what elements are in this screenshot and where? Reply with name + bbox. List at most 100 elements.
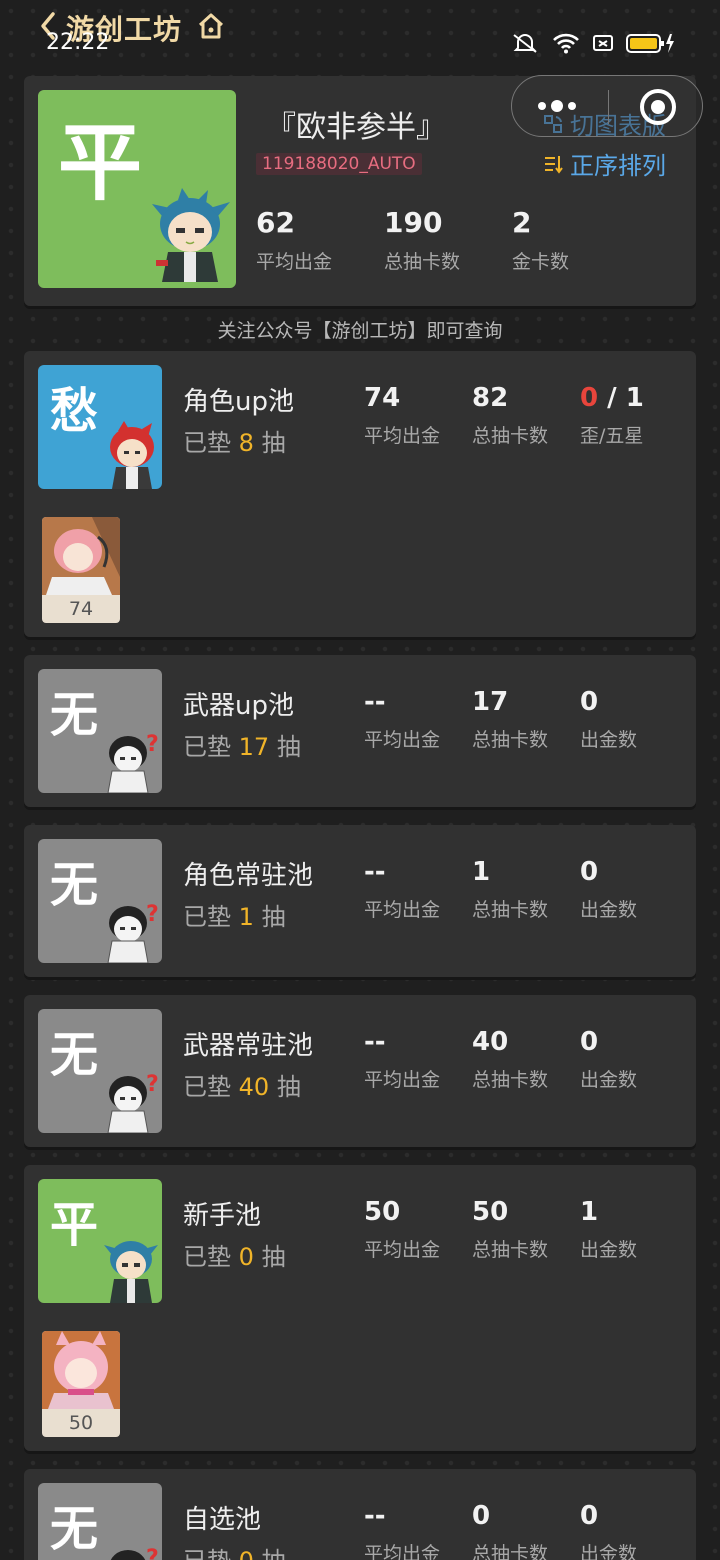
pool-grade-box: 无? — [38, 1483, 162, 1560]
pool-card[interactable]: 无? 自选池已垫 0 抽 -- 平均出金 0 总抽卡数 0 出金数 — [24, 1469, 696, 1560]
pity-count: 0 — [238, 1243, 254, 1271]
pool-grade-box: 无? — [38, 1009, 162, 1133]
stat-label: 总抽卡数 — [472, 1069, 549, 1091]
stat-number: -- — [364, 1501, 386, 1531]
pool-card[interactable]: 无? 角色常驻池 已垫 1 抽 -- 平均出金 1 总抽卡数 0 出金数 — [24, 825, 696, 977]
character-avatar-icon — [104, 1241, 158, 1303]
stat-value: 50 — [364, 1197, 440, 1229]
mute-icon — [513, 34, 537, 53]
stat-value: 0 — [472, 1501, 548, 1533]
pity-prefix: 已垫 — [183, 1073, 231, 1101]
sort-button[interactable]: 正序排列 — [542, 146, 666, 181]
pity-suffix: 抽 — [261, 903, 286, 931]
gold-card[interactable]: 50 — [42, 1331, 120, 1437]
pool-card[interactable]: 无? 武器常驻池 已垫 40 抽 -- 平均出金 40 总抽卡数 0 出金数 — [24, 995, 696, 1147]
pool-name: 角色常驻池 — [183, 861, 314, 891]
svg-text:?: ? — [146, 1072, 159, 1097]
pool-grade: 无 — [50, 687, 99, 743]
pool-stat: -- 平均出金 — [364, 1501, 440, 1560]
pool-stat: 50 总抽卡数 — [472, 1197, 548, 1262]
stat-value: 17 — [472, 687, 548, 719]
summary-grade-box: 平 — [38, 90, 236, 288]
pity-count: 17 — [238, 733, 270, 761]
pity-suffix: 抽 — [276, 1073, 301, 1101]
stat-number: 0 — [472, 1501, 491, 1531]
stat-value: -- — [364, 857, 440, 889]
close-target-icon[interactable] — [640, 89, 676, 125]
pity-count: 40 — [238, 1073, 270, 1101]
gold-card[interactable]: 74 — [42, 517, 120, 623]
pool-name: 自选池 — [183, 1505, 262, 1535]
pool-grade-box: 愁 — [38, 365, 162, 489]
pool-stat: 1 出金数 — [580, 1197, 637, 1262]
pity-prefix: 已垫 — [183, 733, 231, 761]
pool-card[interactable]: 无? 武器up池 已垫 17 抽 -- 平均出金 17 总抽卡数 0 出金数 — [24, 655, 696, 807]
pool-stat: 0 / 1 歪/五星 — [580, 383, 644, 448]
stat-number: -- — [364, 857, 386, 887]
pity-prefix: 已垫 — [183, 429, 231, 457]
pool-grade-box: 平 — [38, 1179, 162, 1303]
stat-label: 总抽卡数 — [384, 251, 461, 273]
stat-value: 1 — [580, 1197, 637, 1229]
user-id-badge: 119188020_AUTO — [256, 153, 422, 175]
pool-name: 新手池 — [183, 1201, 262, 1231]
stat-label: 平均出金 — [364, 1069, 441, 1091]
notice-text: 关注公众号【游创工坊】即可查询 — [217, 320, 503, 342]
pool-name: 武器常驻池 — [183, 1031, 314, 1061]
pool-stat: -- 平均出金 — [364, 1027, 440, 1092]
stat-label: 出金数 — [580, 1239, 638, 1261]
placeholder-avatar-icon: ? — [107, 902, 159, 963]
pool-grade: 平 — [50, 1197, 99, 1253]
stat-label: 出金数 — [580, 1543, 638, 1560]
pool-pity: 已垫 17 抽 — [183, 727, 301, 762]
wifi-icon — [553, 33, 579, 54]
stat-label: 总抽卡数 — [472, 729, 549, 751]
stat-number: 50 — [364, 1197, 401, 1227]
stat-label: 平均出金 — [256, 251, 333, 273]
sort-icon — [545, 155, 563, 174]
pool-card[interactable]: 愁 角色up池 已垫 8 抽 74 平均出金 82 总抽卡数 0 / 1 歪/五星 74 — [24, 351, 696, 637]
screen-icon — [593, 35, 613, 51]
pool-grade-box: 无? — [38, 669, 162, 793]
stat-label: 歪/五星 — [580, 425, 644, 447]
more-icon[interactable] — [538, 100, 576, 112]
svg-text:?: ? — [146, 732, 159, 757]
stat-number: -- — [364, 1027, 386, 1057]
pool-grade: 无 — [50, 857, 99, 913]
stat-value: 190 — [384, 206, 443, 239]
stat-label: 总抽卡数 — [472, 425, 549, 447]
pool-stat: 40 总抽卡数 — [472, 1027, 548, 1092]
stat-number: 74 — [364, 383, 401, 413]
stat-label: 平均出金 — [364, 729, 441, 751]
pool-name: 角色up池 — [183, 387, 294, 417]
pool-card[interactable]: 平 新手池 已垫 0 抽 50 平均出金 50 总抽卡数 1 出金数 50 — [24, 1165, 696, 1451]
pool-stat: -- 平均出金 — [364, 687, 440, 752]
character-portrait-icon — [42, 517, 120, 595]
gold-card-pulls: 74 — [68, 598, 94, 620]
pool-stat: -- 平均出金 — [364, 857, 440, 922]
stat-label: 平均出金 — [364, 425, 441, 447]
stat-value: 0 — [580, 687, 637, 719]
stat-value: 62 — [256, 206, 295, 239]
pool-pity: 已垫 8 抽 — [183, 423, 286, 458]
pool-stat: 74 平均出金 — [364, 383, 440, 448]
stat-value: 0 — [580, 857, 637, 889]
stat-label: 出金数 — [580, 729, 638, 751]
pool-grade: 无 — [50, 1501, 99, 1557]
home-icon[interactable] — [196, 12, 226, 40]
off-banner-count: 0 — [580, 383, 599, 413]
stat-number: 1 — [472, 857, 491, 887]
stat-label: 平均出金 — [364, 1543, 441, 1560]
stat-label: 出金数 — [580, 1069, 638, 1091]
placeholder-avatar-icon: ? — [110, 1546, 159, 1560]
stat-label: 总抽卡数 — [472, 1543, 549, 1560]
top-bar: 游创工坊 22:22 — [0, 0, 720, 66]
stat-value: -- — [364, 1501, 440, 1533]
stat-number: 0 — [580, 1501, 599, 1531]
stat-value: 0 — [580, 1501, 637, 1533]
summary-grade: 平 — [58, 114, 143, 212]
summary-stat-total: 190 总抽卡数 — [384, 206, 460, 274]
stat-label: 金卡数 — [512, 251, 570, 273]
pool-stat: 0 出金数 — [580, 857, 637, 922]
stat-label: 平均出金 — [364, 1239, 441, 1261]
